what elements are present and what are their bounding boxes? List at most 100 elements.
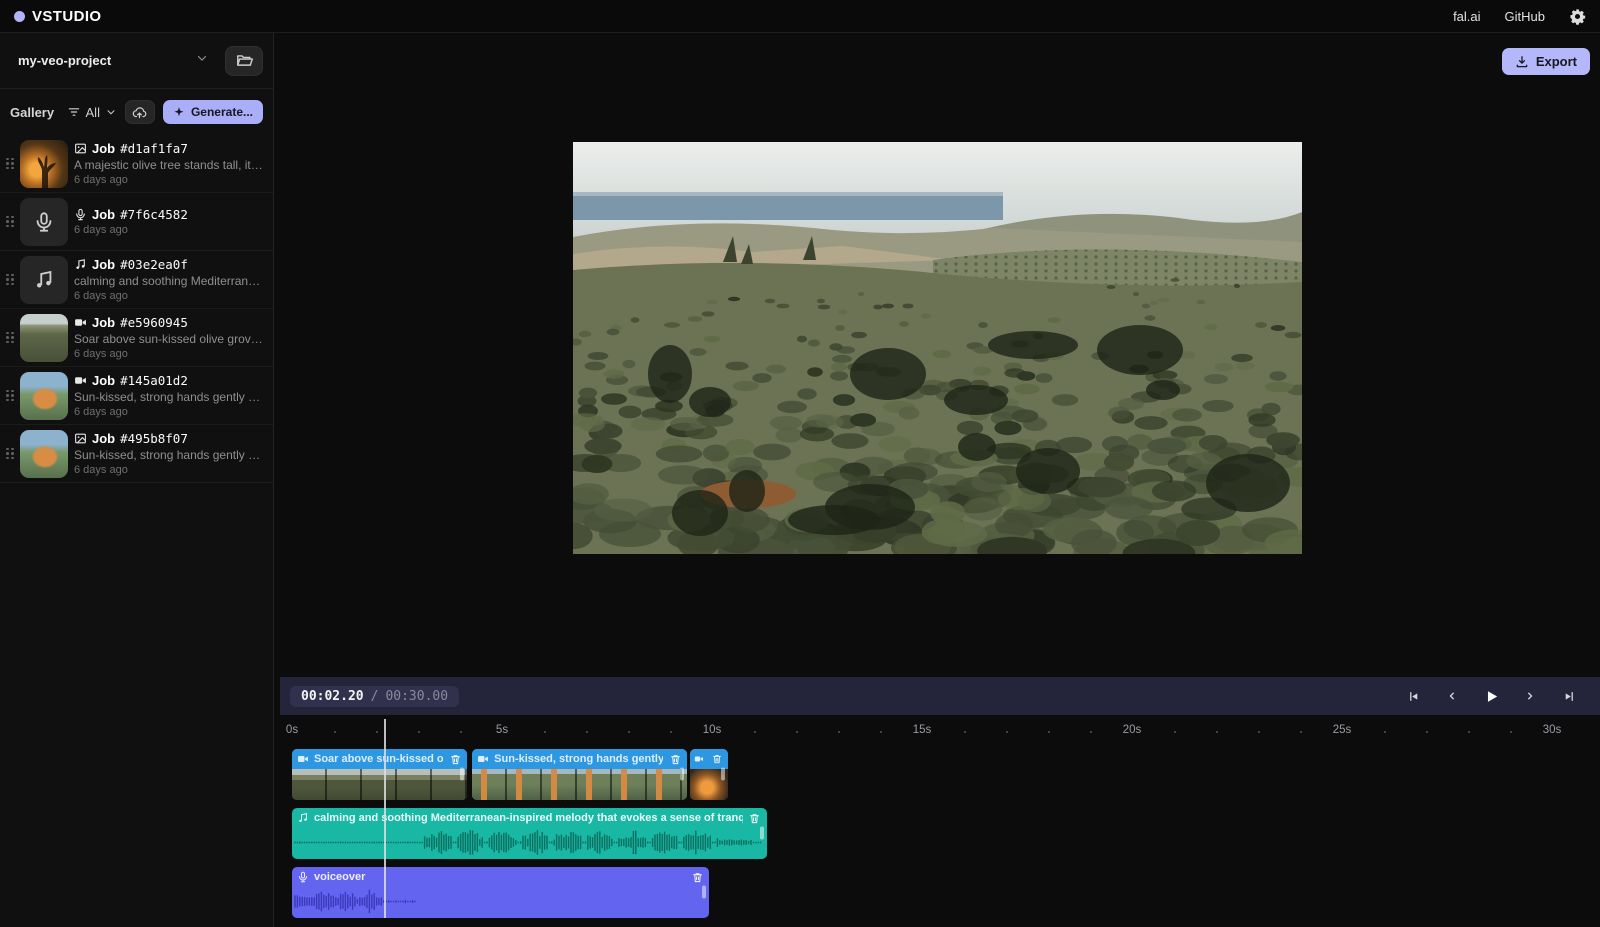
video-preview: [573, 142, 1302, 554]
video-track: Soar above sun-kissed olive Sun-kissed, …: [292, 749, 1600, 800]
timeline-toolbar: 00:02.20 / 00:30.00: [280, 677, 1600, 715]
music-note-icon: [74, 258, 87, 271]
job-timestamp: 6 days ago: [74, 406, 265, 418]
app-title: VSTUDIO: [32, 8, 101, 25]
job-row[interactable]: Job #03e2ea0f calming and soothing Medit…: [0, 251, 273, 309]
video-camera-icon: [477, 753, 489, 765]
job-row[interactable]: Job #e5960945 Soar above sun-kissed oliv…: [0, 309, 273, 367]
download-icon: [1515, 55, 1529, 69]
job-description: Soar above sun-kissed olive groves,…: [74, 332, 265, 346]
nav-link-github[interactable]: GitHub: [1505, 9, 1545, 24]
clip-resize-handle[interactable]: [460, 767, 464, 780]
job-id: #d1af1fa7: [120, 141, 188, 156]
job-timestamp: 6 days ago: [74, 290, 265, 302]
drag-handle-icon[interactable]: [6, 390, 14, 402]
timeline: 00:02.20 / 00:30.00 0s5s10s15s20s25s30s: [274, 655, 1600, 927]
trash-icon: [712, 754, 722, 764]
filter-value: All: [86, 105, 100, 120]
drag-handle-icon[interactable]: [6, 216, 14, 228]
job-timestamp: 6 days ago: [74, 348, 265, 360]
voiceover-clip[interactable]: voiceover: [292, 867, 709, 918]
video-camera-icon: [74, 316, 87, 329]
gallery-filter[interactable]: All: [67, 105, 117, 120]
top-bar: VSTUDIO fal.ai GitHub: [0, 0, 1600, 33]
video-still-olive-groves: [573, 142, 1302, 554]
skip-to-start-button[interactable]: [1400, 683, 1426, 709]
clip-resize-handle[interactable]: [721, 767, 725, 780]
settings-gear-icon[interactable]: [1569, 8, 1586, 25]
upload-button[interactable]: [125, 100, 155, 124]
job-row[interactable]: Job #495b8f07 Sun-kissed, strong hands g…: [0, 425, 273, 483]
gallery-header: Gallery All Generate...: [0, 89, 273, 135]
project-select[interactable]: my-veo-project: [10, 45, 217, 76]
total-time: 00:30.00: [385, 689, 448, 704]
drag-handle-icon[interactable]: [6, 448, 14, 460]
job-timestamp: 6 days ago: [74, 464, 265, 476]
previous-frame-button[interactable]: [1439, 683, 1465, 709]
skip-to-end-button[interactable]: [1556, 683, 1582, 709]
delete-clip-button[interactable]: [690, 870, 704, 884]
job-id: #495b8f07: [120, 431, 188, 446]
job-thumbnail: [20, 198, 68, 246]
video-clip[interactable]: A: [690, 749, 728, 800]
project-row: my-veo-project: [0, 33, 273, 89]
video-camera-icon: [694, 754, 704, 764]
video-clip[interactable]: Sun-kissed, strong hands gently plu: [472, 749, 687, 800]
open-project-folder-button[interactable]: [225, 46, 263, 76]
play-button[interactable]: [1478, 683, 1504, 709]
microphone-icon: [297, 871, 309, 883]
nav-link-fal[interactable]: fal.ai: [1453, 9, 1480, 24]
chevron-down-icon: [195, 51, 209, 70]
next-frame-button[interactable]: [1517, 683, 1543, 709]
job-thumbnail: [20, 314, 68, 362]
trash-icon: [670, 754, 681, 765]
job-id: #7f6c4582: [120, 207, 188, 222]
delete-clip-button[interactable]: [448, 752, 462, 766]
clip-resize-handle[interactable]: [702, 885, 706, 898]
video-camera-icon: [74, 374, 87, 387]
clip-resize-handle[interactable]: [760, 826, 764, 839]
job-id: #03e2ea0f: [120, 257, 188, 272]
generate-button[interactable]: Generate...: [163, 100, 263, 124]
playhead[interactable]: [384, 719, 386, 918]
video-clip[interactable]: Soar above sun-kissed olive: [292, 749, 467, 800]
time-ruler[interactable]: 0s5s10s15s20s25s30s: [292, 721, 1600, 749]
job-list: Job #d1af1fa7 A majestic olive tree stan…: [0, 135, 273, 927]
logo-dot-icon: [14, 11, 25, 22]
filter-icon: [67, 105, 81, 119]
job-row[interactable]: Job #d1af1fa7 A majestic olive tree stan…: [0, 135, 273, 193]
job-thumbnail: [20, 256, 68, 304]
gallery-title: Gallery: [10, 105, 59, 120]
trash-icon: [749, 813, 760, 824]
voiceover-track: voiceover: [292, 867, 1600, 918]
job-description: Sun-kissed, strong hands gently pluck…: [74, 448, 265, 462]
job-id: #145a01d2: [120, 373, 188, 388]
delete-clip-button[interactable]: [748, 811, 762, 825]
job-row[interactable]: Job #7f6c4582 6 days ago: [0, 193, 273, 251]
export-button[interactable]: Export: [1502, 48, 1590, 75]
drag-handle-icon[interactable]: [6, 274, 14, 286]
clip-resize-handle[interactable]: [680, 767, 684, 780]
cloud-upload-icon: [132, 105, 147, 120]
image-icon: [74, 142, 87, 155]
job-description: Sun-kissed, strong hands gently pluck…: [74, 390, 265, 404]
music-track: calming and soothing Mediterranean-inspi…: [292, 808, 1600, 859]
job-timestamp: 6 days ago: [74, 224, 265, 236]
project-name: my-veo-project: [18, 53, 111, 68]
drag-handle-icon[interactable]: [6, 158, 14, 170]
delete-clip-button[interactable]: [710, 752, 724, 766]
trash-icon: [450, 754, 461, 765]
job-row[interactable]: Job #145a01d2 Sun-kissed, strong hands g…: [0, 367, 273, 425]
music-clip[interactable]: calming and soothing Mediterranean-inspi…: [292, 808, 767, 859]
drag-handle-icon[interactable]: [6, 332, 14, 344]
job-thumbnail: [20, 140, 68, 188]
ruler-label: 20s: [1123, 724, 1142, 736]
delete-clip-button[interactable]: [668, 752, 682, 766]
ruler-label: 5s: [496, 724, 508, 736]
folder-icon: [236, 52, 253, 69]
clip-label: Sun-kissed, strong hands gently plu: [494, 753, 663, 765]
image-icon: [74, 432, 87, 445]
ruler-label: 10s: [703, 724, 722, 736]
microphone-icon: [74, 208, 87, 221]
clip-label: Soar above sun-kissed olive: [314, 753, 443, 765]
